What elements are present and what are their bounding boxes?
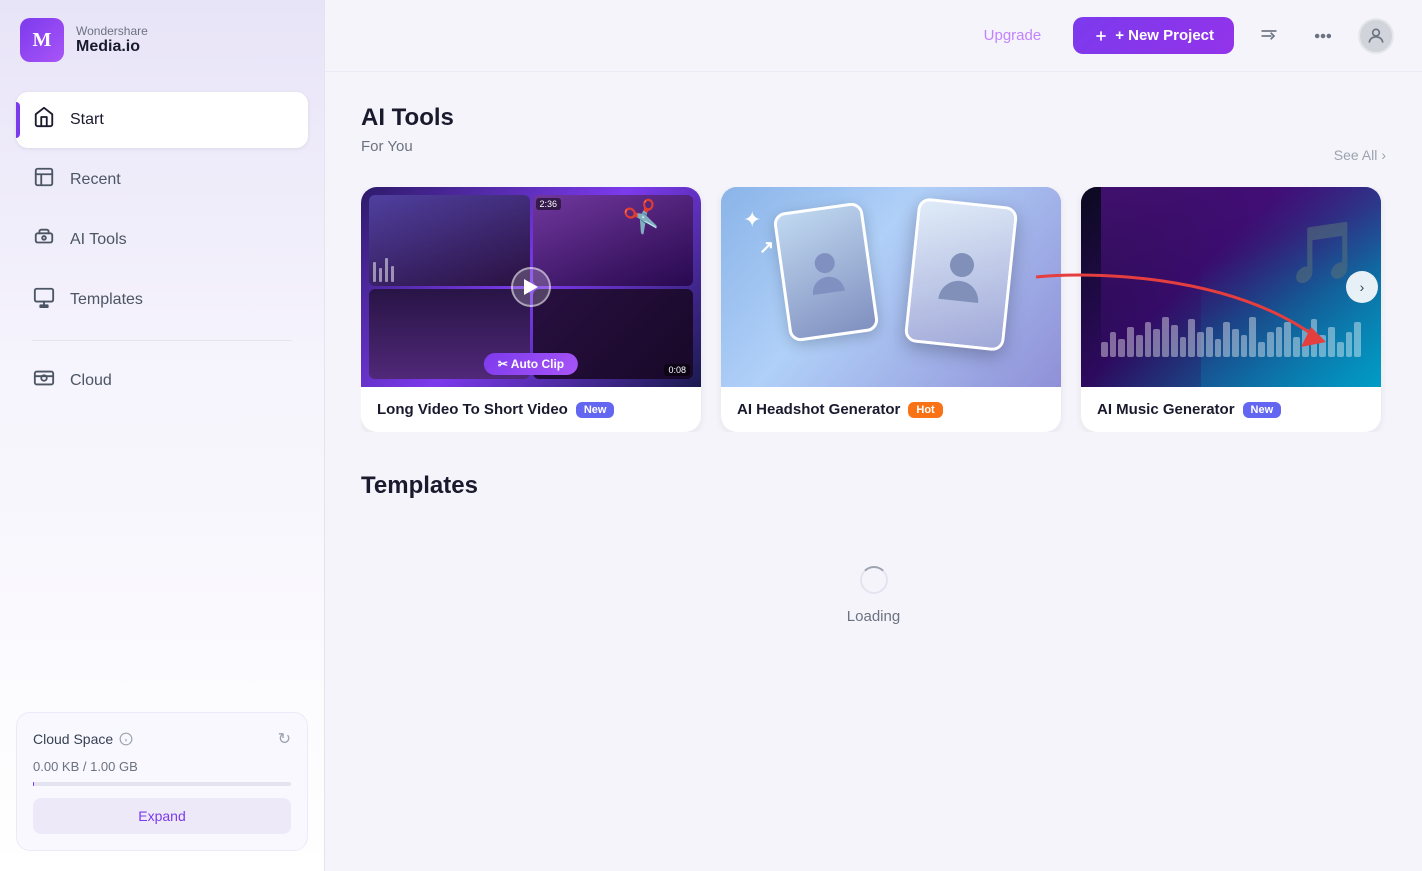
- ai-tools-section: AI Tools For You See All ›: [361, 104, 1386, 432]
- cloud-space-title: Cloud Space: [33, 731, 133, 747]
- brand-top: Wondershare: [76, 24, 148, 38]
- sidebar-item-recent-label: Recent: [70, 171, 121, 189]
- ai-tools-icon: [32, 226, 56, 254]
- sidebar-item-templates-label: Templates: [70, 291, 143, 309]
- sidebar-item-templates[interactable]: Templates: [16, 272, 308, 328]
- hot-badge: Hot: [908, 402, 942, 418]
- tool-card-2-label: AI Headshot Generator Hot: [721, 387, 1061, 432]
- new-project-button[interactable]: + New Project: [1073, 17, 1234, 54]
- recent-icon: [32, 166, 56, 194]
- main-content: Upgrade + New Project AI Tools For You S…: [325, 0, 1422, 871]
- new-badge: New: [576, 402, 615, 418]
- cloud-space-header: Cloud Space ↻: [33, 729, 291, 749]
- sort-icon-button[interactable]: [1250, 17, 1288, 55]
- cloud-icon: [32, 367, 56, 395]
- tool-card-long-to-short[interactable]: 2:36 0:08: [361, 187, 701, 432]
- templates-section: Templates Loading: [361, 472, 1386, 685]
- sidebar-item-ai-tools[interactable]: AI Tools: [16, 212, 308, 268]
- home-icon: [32, 106, 56, 134]
- arrow-curve-icon: ↗: [759, 237, 774, 258]
- sparkle-icon: ✦: [743, 207, 761, 233]
- templates-title: Templates: [361, 472, 1386, 500]
- music-container: 🎵: [1081, 187, 1381, 387]
- see-all-link[interactable]: See All ›: [1334, 147, 1386, 163]
- cloud-space-panel: Cloud Space ↻ 0.00 KB / 1.00 GB Expand: [16, 712, 308, 851]
- upgrade-button[interactable]: Upgrade: [968, 19, 1058, 52]
- cards-next-button[interactable]: ›: [1346, 271, 1378, 303]
- cloud-progress-bar-bg: [33, 782, 291, 786]
- ai-tools-cards-row: 2:36 0:08: [361, 187, 1386, 432]
- waveform: [1101, 317, 1361, 357]
- portrait-card-back: [772, 201, 879, 342]
- sidebar-item-start[interactable]: Start: [16, 92, 308, 148]
- logo-text: Wondershare Media.io: [76, 24, 148, 56]
- content-area: AI Tools For You See All ›: [325, 72, 1422, 871]
- tool-card-3-image: 🎵: [1081, 187, 1381, 387]
- new-project-label: + New Project: [1115, 27, 1214, 44]
- user-avatar-button[interactable]: [1358, 18, 1394, 54]
- sidebar-item-cloud-label: Cloud: [70, 372, 112, 390]
- tool-card-1-label: Long Video To Short Video New: [361, 387, 701, 432]
- nav-divider: [32, 340, 292, 341]
- ai-tools-header-row: For You See All ›: [361, 138, 1386, 171]
- play-icon: [511, 267, 551, 307]
- cloud-usage-text: 0.00 KB / 1.00 GB: [33, 759, 291, 774]
- new-badge-music: New: [1243, 402, 1282, 418]
- tool-card-1-image: 2:36 0:08: [361, 187, 701, 387]
- sidebar: m Wondershare Media.io Start Recent AI T…: [0, 0, 325, 871]
- templates-icon: [32, 286, 56, 314]
- expand-button[interactable]: Expand: [33, 798, 291, 834]
- portrait-card-front: [904, 197, 1019, 352]
- sidebar-item-cloud[interactable]: Cloud: [16, 353, 308, 409]
- autoclip-badge: ✂ Auto Clip: [484, 353, 578, 375]
- refresh-icon[interactable]: ↻: [278, 729, 291, 749]
- tool-card-2-image: ✦ ↗: [721, 187, 1061, 387]
- tool-card-headshot[interactable]: ✦ ↗ AI Headshot Generator Hot: [721, 187, 1061, 432]
- loading-text: Loading: [847, 608, 900, 625]
- topbar: Upgrade + New Project: [325, 0, 1422, 72]
- ai-tools-cards-wrapper: 2:36 0:08: [361, 187, 1386, 432]
- sidebar-nav: Start Recent AI Tools Templates Cl: [0, 84, 324, 700]
- sidebar-item-ai-tools-label: AI Tools: [70, 231, 127, 249]
- sidebar-item-recent[interactable]: Recent: [16, 152, 308, 208]
- loading-area: Loading: [361, 506, 1386, 685]
- tool-card-music[interactable]: 🎵 AI Music Generator New: [1081, 187, 1381, 432]
- loading-spinner: [860, 566, 888, 594]
- more-options-button[interactable]: [1304, 17, 1342, 55]
- logo-area: m Wondershare Media.io: [0, 0, 324, 84]
- brand-name: Media.io: [76, 38, 148, 56]
- app-logo-icon: m: [20, 18, 64, 62]
- sidebar-item-start-label: Start: [70, 111, 104, 129]
- tool-card-3-label: AI Music Generator New: [1081, 387, 1381, 432]
- ai-tools-title: AI Tools: [361, 104, 1386, 132]
- ai-tools-subtitle: For You: [361, 138, 413, 155]
